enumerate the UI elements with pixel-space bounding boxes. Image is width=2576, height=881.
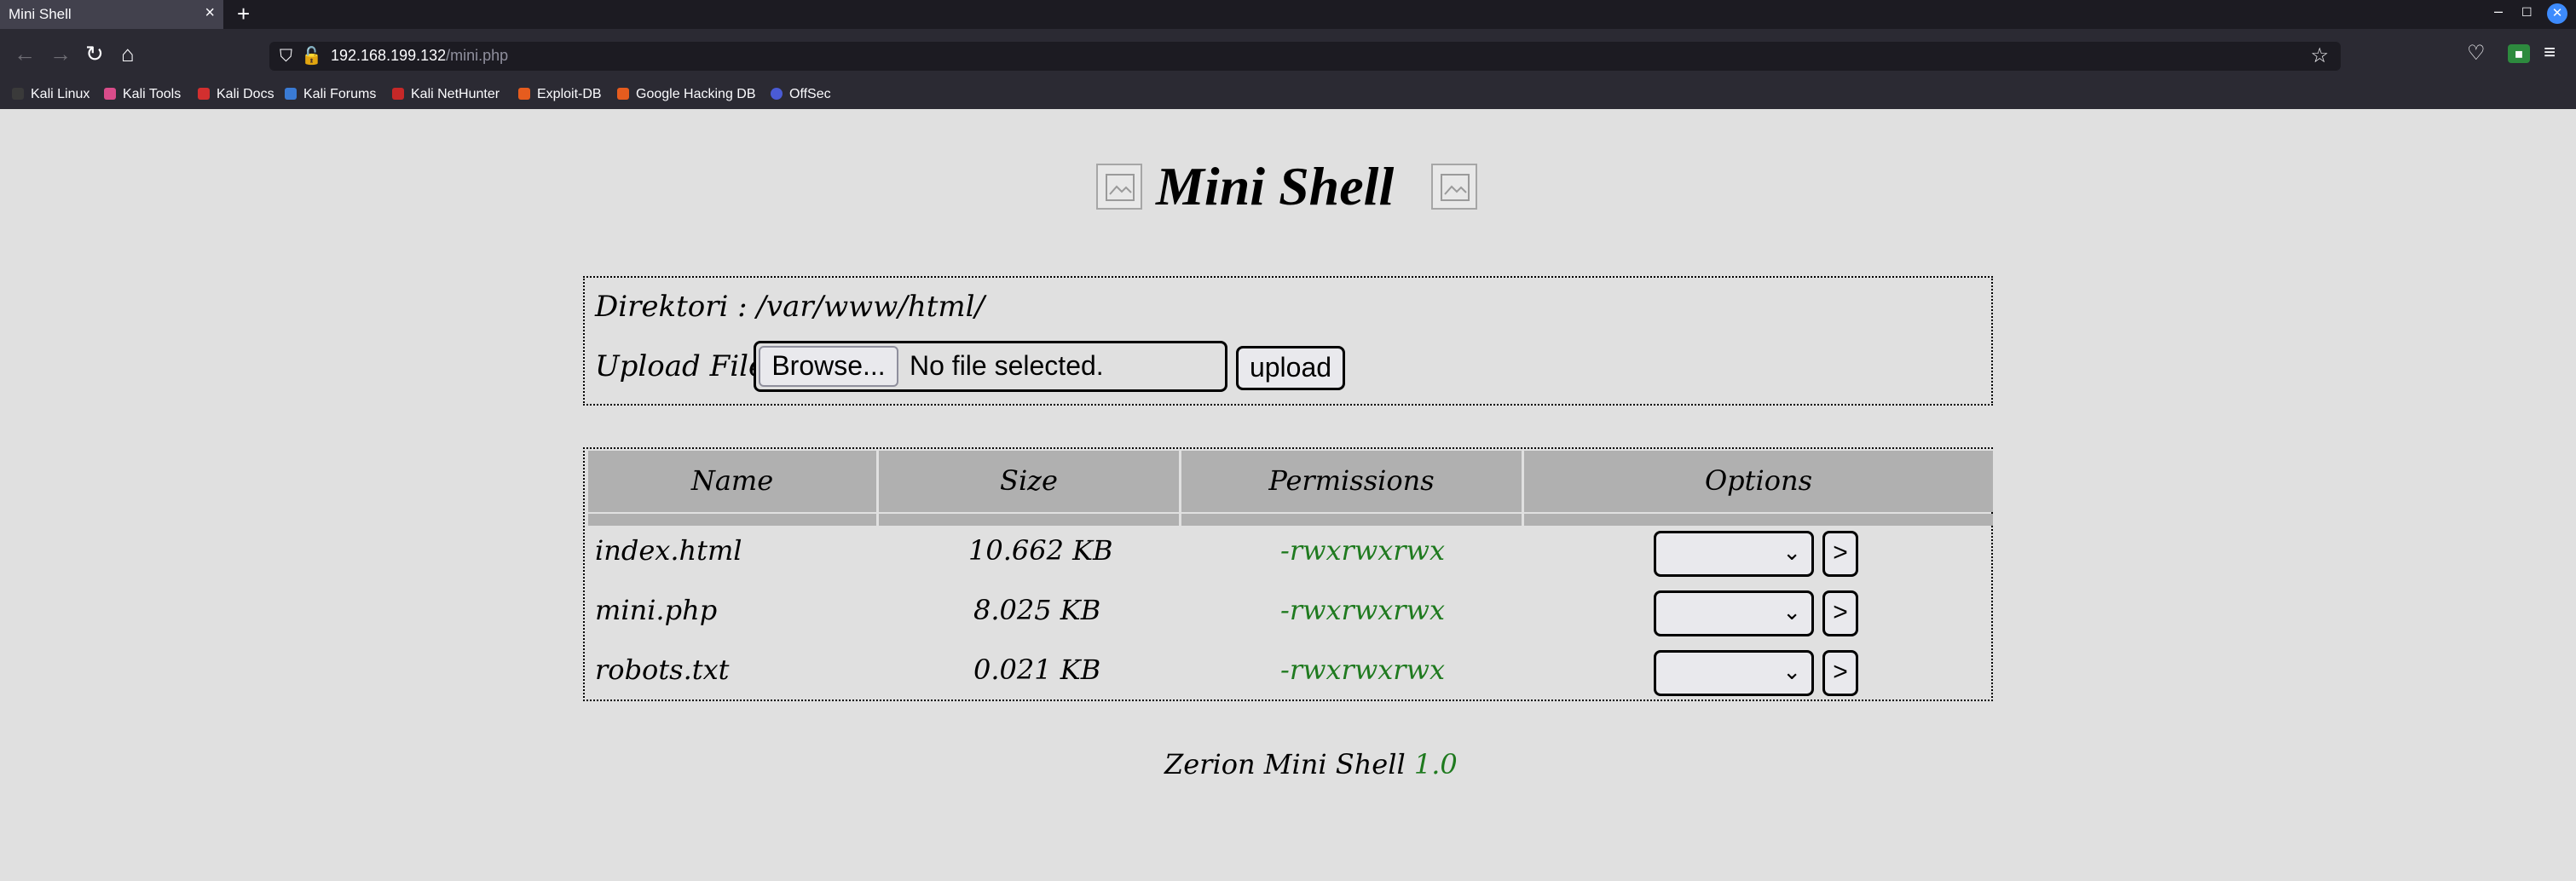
- nav-bar: ← → ↻ ⌂ ⛉🔓 192.168.199.132/mini.php ☆ ♡ …: [0, 29, 2576, 83]
- bookmark-label: Kali Linux: [31, 87, 90, 101]
- bookmark-kali-linux[interactable]: Kali Linux: [12, 87, 90, 102]
- back-icon[interactable]: ←: [14, 41, 36, 67]
- kali-tools-icon: [104, 88, 116, 100]
- broken-image-icon: [1096, 164, 1142, 210]
- header-permissions: Permissions: [1181, 451, 1522, 512]
- home-icon[interactable]: ⌂: [121, 41, 135, 67]
- page-title: Mini Shell: [1156, 156, 1395, 216]
- file-size: 0.021 KB: [973, 654, 1101, 686]
- tab-close-icon[interactable]: ×: [205, 3, 215, 23]
- bookmark-google-hacking-db[interactable]: Google Hacking DB: [617, 87, 756, 102]
- file-size: 10.662 KB: [968, 534, 1113, 567]
- extension-icon[interactable]: ◼: [2508, 44, 2530, 63]
- kali-forums-icon: [285, 88, 297, 100]
- chevron-down-icon: ⌄: [1782, 600, 1801, 625]
- menu-icon[interactable]: ≡: [2544, 41, 2556, 65]
- offsec-icon: [771, 88, 783, 100]
- exploit-db-icon: [518, 88, 530, 100]
- maximize-icon[interactable]: ☐: [2521, 5, 2533, 20]
- footer-version: 1.0: [1413, 748, 1458, 780]
- go-button[interactable]: >: [1822, 650, 1858, 696]
- file-permissions[interactable]: -rwxrwxrwx: [1280, 654, 1445, 686]
- file-name[interactable]: robots.txt: [595, 654, 730, 686]
- file-name[interactable]: index.html: [595, 534, 742, 567]
- ghdb-icon: [617, 88, 629, 100]
- bookmark-label: Exploit-DB: [537, 87, 602, 101]
- bookmark-star-icon[interactable]: ☆: [2310, 43, 2329, 68]
- bookmark-label: Kali NetHunter: [411, 87, 500, 101]
- header-separator: [1524, 514, 1993, 526]
- header-separator: [588, 514, 876, 526]
- file-name[interactable]: mini.php: [595, 594, 717, 626]
- pocket-icon[interactable]: ♡: [2467, 41, 2486, 66]
- reload-icon[interactable]: ↻: [85, 41, 104, 67]
- bookmark-kali-tools[interactable]: Kali Tools: [104, 87, 181, 102]
- bookmark-label: Kali Tools: [123, 87, 182, 101]
- kali-dragon-icon: [12, 88, 24, 100]
- file-table: Name Size Permissions Options index.html…: [583, 447, 1993, 701]
- footer: Zerion Mini Shell 1.0: [1164, 748, 1458, 780]
- close-window-icon[interactable]: ✕: [2547, 3, 2567, 24]
- bookmark-exploit-db[interactable]: Exploit-DB: [518, 87, 602, 102]
- tab-bar: Mini Shell × + – ☐ ✕: [0, 0, 2576, 29]
- bookmark-kali-docs[interactable]: Kali Docs: [198, 87, 274, 102]
- bookmark-label: Kali Forums: [303, 87, 377, 101]
- options-select[interactable]: ⌄: [1654, 650, 1814, 696]
- upload-panel: Direktori : /var/www/html/ Upload File :…: [583, 276, 1993, 406]
- url-host: 192.168.199.132: [331, 47, 447, 64]
- chevron-down-icon: ⌄: [1782, 659, 1801, 685]
- bookmark-kali-forums[interactable]: Kali Forums: [285, 87, 376, 102]
- file-size: 8.025 KB: [973, 594, 1101, 626]
- forward-icon[interactable]: →: [49, 41, 72, 67]
- header-separator: [879, 514, 1179, 526]
- bookmark-label: Google Hacking DB: [636, 87, 756, 101]
- no-file-text: No file selected.: [910, 350, 1104, 381]
- shield-lock-icon[interactable]: ⛉🔓: [280, 45, 331, 66]
- options-select[interactable]: ⌄: [1654, 590, 1814, 636]
- go-button[interactable]: >: [1822, 531, 1858, 577]
- url-bar[interactable]: ⛉🔓 192.168.199.132/mini.php ☆: [269, 42, 2341, 71]
- nethunter-icon: [392, 88, 404, 100]
- minimize-icon[interactable]: –: [2494, 3, 2503, 20]
- header-options: Options: [1524, 451, 1993, 512]
- url-path: /mini.php: [446, 47, 509, 64]
- tab-title: Mini Shell: [9, 6, 72, 22]
- file-input[interactable]: Browse... No file selected.: [754, 341, 1227, 392]
- upload-button[interactable]: upload: [1236, 346, 1345, 390]
- options-select[interactable]: ⌄: [1654, 531, 1814, 577]
- bookmark-kali-nethunter[interactable]: Kali NetHunter: [392, 87, 500, 102]
- page-content: Mini Shell Direktori : /var/www/html/ Up…: [0, 109, 2576, 881]
- kali-docs-icon: [198, 88, 210, 100]
- broken-image-icon: [1431, 164, 1477, 210]
- directory-label: Direktori : /var/www/html/: [595, 290, 985, 324]
- browse-button[interactable]: Browse...: [759, 346, 898, 387]
- go-button[interactable]: >: [1822, 590, 1858, 636]
- chevron-down-icon: ⌄: [1782, 540, 1801, 566]
- bookmark-offsec[interactable]: OffSec: [771, 87, 831, 102]
- tab-mini-shell[interactable]: Mini Shell ×: [0, 0, 223, 29]
- bookmark-label: Kali Docs: [217, 87, 274, 101]
- file-permissions[interactable]: -rwxrwxrwx: [1280, 534, 1445, 567]
- file-permissions[interactable]: -rwxrwxrwx: [1280, 594, 1445, 626]
- new-tab-button[interactable]: +: [237, 1, 250, 27]
- bookmarks-bar: Kali Linux Kali Tools Kali Docs Kali For…: [0, 83, 2576, 109]
- footer-text: Zerion Mini Shell: [1164, 748, 1414, 780]
- url-text[interactable]: 192.168.199.132/mini.php: [331, 47, 508, 65]
- header-size: Size: [879, 451, 1179, 512]
- header-separator: [1181, 514, 1522, 526]
- header-name: Name: [588, 451, 876, 512]
- bookmark-label: OffSec: [789, 87, 831, 101]
